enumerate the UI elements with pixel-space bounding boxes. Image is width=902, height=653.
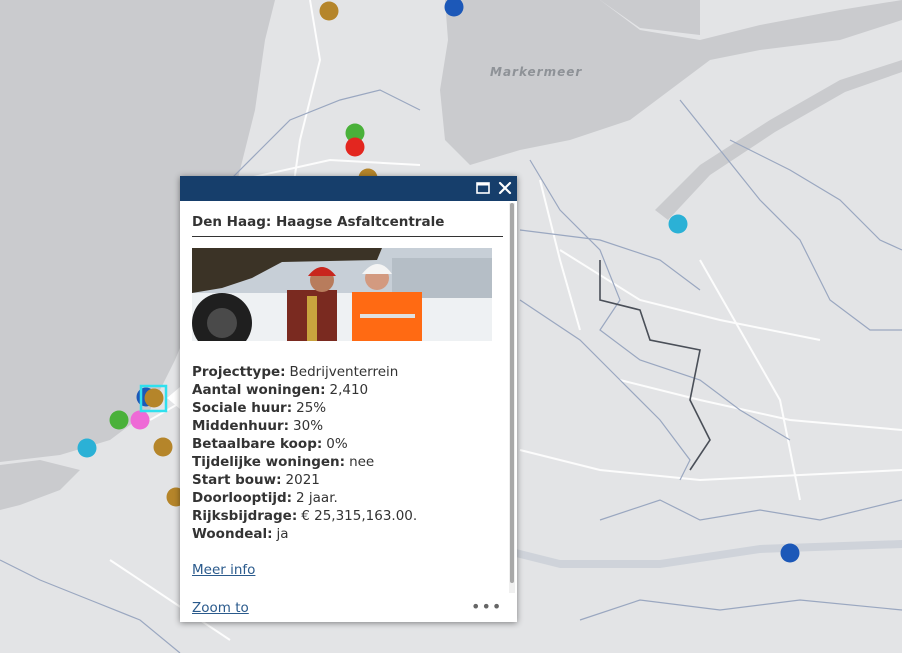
attr-row-projecttype: Projecttype: Bedrijventerrein bbox=[192, 364, 399, 380]
attr-row-sociale-huur: Sociale huur: 25% bbox=[192, 400, 327, 416]
attribute-list: Projecttype: Bedrijventerrein Aantal woni… bbox=[192, 363, 417, 543]
attr-row-woondeal: Woondeal: ja bbox=[192, 526, 289, 542]
attr-row-middenhuur: Middenhuur: 30% bbox=[192, 418, 324, 434]
more-actions-icon[interactable]: ••• bbox=[471, 597, 502, 616]
project-marker[interactable] bbox=[780, 543, 800, 563]
popup-pointer bbox=[167, 387, 180, 409]
project-photo bbox=[192, 248, 492, 341]
more-info-link[interactable]: Meer info bbox=[192, 562, 255, 578]
attr-row-aantal-woningen: Aantal woningen: 2,410 bbox=[192, 382, 369, 398]
attr-row-rijksbijdrage: Rijksbijdrage: € 25,315,163.00. bbox=[192, 508, 418, 524]
popup-content: Den Haag: Haagse Asfaltcentrale Projectt… bbox=[192, 201, 503, 622]
attr-row-betaalbare-koop: Betaalbare koop: 0% bbox=[192, 436, 348, 452]
popup-scrollbar[interactable] bbox=[509, 203, 515, 593]
zoom-to-link[interactable]: Zoom to bbox=[192, 600, 249, 616]
project-marker[interactable] bbox=[319, 1, 339, 21]
project-marker[interactable] bbox=[668, 214, 688, 234]
attr-row-start-bouw: Start bouw: 2021 bbox=[192, 472, 320, 488]
project-marker[interactable] bbox=[153, 437, 173, 457]
popup-title: Den Haag: Haagse Asfaltcentrale bbox=[192, 214, 503, 237]
attr-row-doorlooptijd: Doorlooptijd: 2 jaar. bbox=[192, 490, 338, 506]
project-marker[interactable] bbox=[444, 0, 464, 17]
maximize-icon[interactable] bbox=[474, 179, 492, 197]
project-marker[interactable] bbox=[345, 137, 365, 157]
attr-row-tijdelijke-woningen: Tijdelijke woningen: nee bbox=[192, 454, 375, 470]
project-marker[interactable] bbox=[144, 388, 164, 408]
project-marker[interactable] bbox=[130, 410, 150, 430]
scrollbar-thumb[interactable] bbox=[510, 203, 514, 583]
close-icon[interactable] bbox=[496, 179, 514, 197]
project-marker[interactable] bbox=[77, 438, 97, 458]
popup-header bbox=[180, 176, 517, 201]
project-marker[interactable] bbox=[109, 410, 129, 430]
feature-popup: Den Haag: Haagse Asfaltcentrale Projectt… bbox=[180, 176, 517, 622]
